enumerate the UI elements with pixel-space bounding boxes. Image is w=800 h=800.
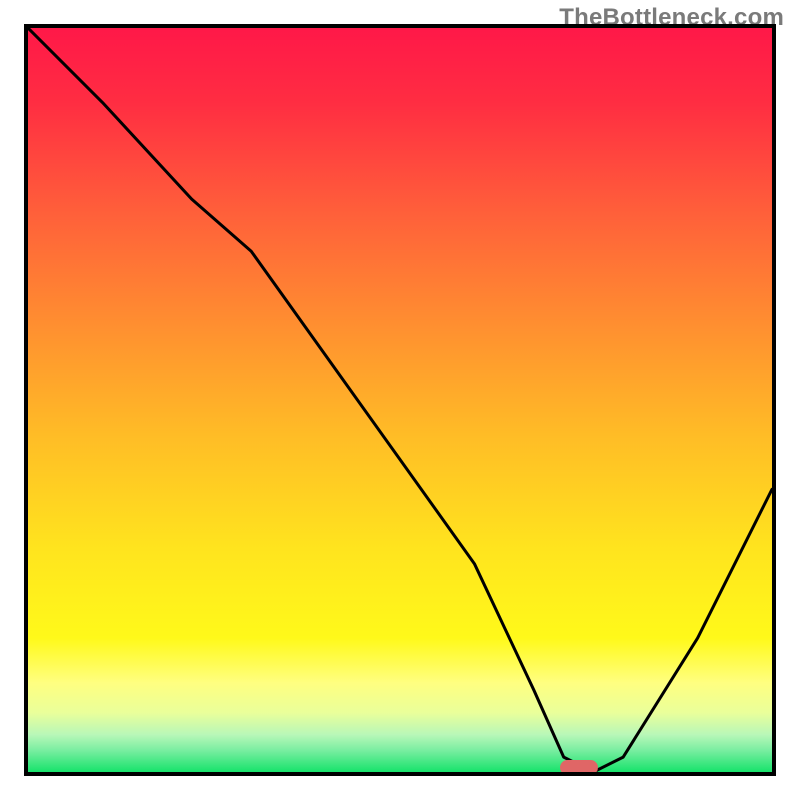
optimal-marker [560, 760, 598, 775]
bottleneck-curve [28, 28, 772, 772]
plot-area [24, 24, 776, 776]
chart-wrap: TheBottleneck.com [0, 0, 800, 800]
